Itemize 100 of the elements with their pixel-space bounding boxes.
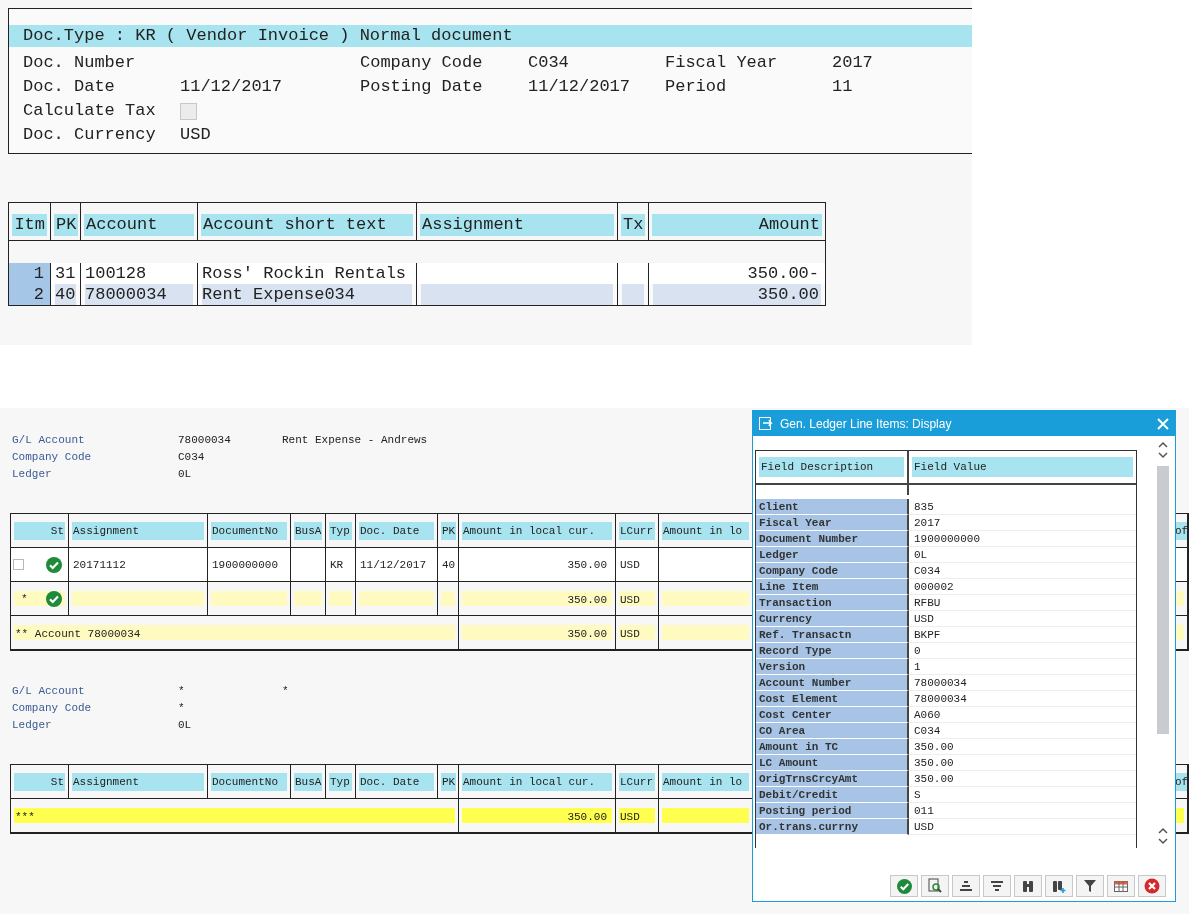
table-cell: USD (616, 616, 659, 650)
field-value: 78000034 (178, 433, 231, 448)
field-value: 11/12/2017 (180, 76, 283, 98)
column-header[interactable]: St (14, 772, 65, 791)
field-label: G/L Account (12, 684, 86, 699)
field-label: Period (665, 76, 727, 98)
field-value: 011 (909, 803, 1136, 819)
table-cell: USD (616, 799, 659, 833)
column-header[interactable]: Amount in lo (662, 772, 749, 791)
column-header[interactable]: St (14, 521, 65, 540)
table-cell: Ross' Rockin Rentals (198, 263, 417, 284)
sort-descending-button[interactable] (983, 875, 1011, 897)
scroll-down-icon[interactable] (1157, 836, 1169, 846)
find-next-button[interactable] (1045, 875, 1073, 897)
column-header[interactable]: Assignment (72, 772, 204, 791)
field-description: Transaction (756, 595, 909, 611)
field-value: 835 (909, 499, 1136, 515)
table-cell (291, 582, 326, 616)
details-button[interactable] (921, 875, 949, 897)
column-header[interactable]: BusA (294, 521, 323, 540)
column-header[interactable]: Amount in lo (662, 521, 749, 540)
field-value: 11/12/2017 (528, 76, 631, 98)
scroll-thumb[interactable] (1157, 466, 1169, 734)
table-cell: 350.00 (459, 582, 616, 616)
confirm-button[interactable] (890, 875, 918, 897)
filter-icon (1082, 878, 1098, 894)
checkbox[interactable] (180, 102, 197, 120)
column-header[interactable]: DocumentNo (211, 772, 287, 791)
field-label: Posting Date (360, 76, 483, 98)
field-value: 350.00 (909, 755, 1136, 771)
layout-button[interactable] (1107, 875, 1135, 897)
filter-button[interactable] (1076, 875, 1104, 897)
field-value: 350.00 (909, 771, 1136, 787)
column-header[interactable]: Account short text (201, 214, 413, 236)
cancel-button[interactable] (1138, 875, 1166, 897)
field-value: * (178, 684, 185, 699)
field-label: Company Code (12, 450, 93, 465)
dialog-title: Gen. Ledger Line Items: Display (780, 416, 953, 431)
magnifier-document-icon (927, 878, 943, 894)
row-selector[interactable]: 1 (9, 263, 51, 284)
field-description: Account Number (756, 675, 909, 691)
column-header[interactable]: Amount (652, 214, 822, 236)
subtotal-marker: * (20, 591, 28, 607)
column-header[interactable]: Amount in local cur. (462, 772, 612, 791)
table-cell: 20171112 (69, 548, 208, 582)
field-label: Ledger (12, 467, 53, 482)
grand-total-row: *** (11, 799, 459, 833)
column-header[interactable]: BusA (294, 772, 323, 791)
field-description: Version (756, 659, 909, 675)
column-header[interactable]: PK (441, 521, 457, 540)
field-value: USD (180, 124, 211, 146)
field-label: Doc. Currency (23, 124, 156, 146)
field-label: Fiscal Year (665, 52, 778, 74)
field-value: C034 (178, 450, 205, 465)
column-header[interactable]: LCurr (619, 772, 655, 791)
field-value: 11 (832, 76, 853, 98)
column-header[interactable]: Typ (329, 772, 352, 791)
row-selector[interactable]: 2 (9, 284, 51, 305)
column-header[interactable]: DocumentNo (211, 521, 287, 540)
column-header[interactable]: Assignment (420, 214, 614, 236)
table-cell: 350.00- (649, 263, 825, 284)
scroll-up-icon[interactable] (1157, 826, 1169, 836)
column-header[interactable]: PK (54, 214, 79, 236)
binoculars-plus-icon (1051, 878, 1067, 894)
binoculars-icon (1020, 878, 1036, 894)
row-checkbox[interactable] (13, 559, 24, 570)
column-header[interactable]: Account (84, 214, 194, 236)
column-header[interactable]: Amount in local cur. (462, 521, 612, 540)
scroll-up-icon[interactable] (1157, 440, 1169, 450)
field-value: 0L (178, 467, 192, 482)
table-icon (1113, 878, 1129, 894)
column-header[interactable]: LCurr (619, 521, 655, 540)
table-cell: 11/12/2017 (356, 548, 438, 582)
column-header[interactable]: Field Description (759, 457, 904, 477)
field-description: Cost Element (756, 691, 909, 707)
account-total-row: ** Account 78000034 (11, 616, 459, 650)
column-header[interactable]: Doc. Date (359, 521, 434, 540)
field-description: Debit/Credit (756, 787, 909, 803)
field-description: Currency (756, 611, 909, 627)
field-description: Amount in TC (756, 739, 909, 755)
close-icon[interactable] (1157, 417, 1169, 430)
column-header[interactable]: Assignment (72, 521, 204, 540)
field-value: 0 (909, 643, 1136, 659)
field-description: Record Type (756, 643, 909, 659)
field-value: 1 (909, 659, 1136, 675)
column-header[interactable]: Doc. Date (359, 772, 434, 791)
field-value: C034 (909, 723, 1136, 739)
column-header[interactable]: Typ (329, 521, 352, 540)
field-description: Or.trans.currny (756, 819, 909, 835)
field-value: Rent Expense - Andrews (282, 433, 428, 448)
column-header[interactable]: PK (441, 772, 457, 791)
column-header[interactable]: Itm (12, 214, 47, 236)
scroll-down-icon[interactable] (1157, 450, 1169, 460)
field-value: C034 (528, 52, 569, 74)
sort-ascending-button[interactable] (952, 875, 980, 897)
find-button[interactable] (1014, 875, 1042, 897)
field-value: 2017 (909, 515, 1136, 531)
column-header[interactable]: Tx (621, 214, 646, 236)
table-cell: USD (616, 582, 659, 616)
column-header[interactable]: Field Value (912, 457, 1133, 477)
